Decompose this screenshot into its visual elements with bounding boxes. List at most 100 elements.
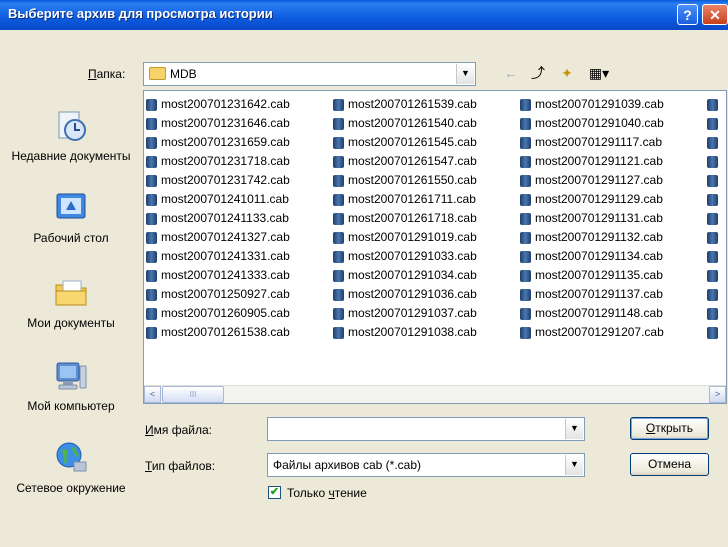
filename-input[interactable]: ▼	[267, 417, 585, 441]
file-item[interactable]: most200701241011.cab	[146, 190, 333, 209]
file-item[interactable]: most200701291038.cab	[333, 323, 520, 342]
file-item[interactable]: most200701261711.cab	[333, 190, 520, 209]
filetype-label-text: ип файлов:	[151, 459, 216, 473]
file-item-clipped[interactable]	[707, 209, 726, 228]
file-name: most200701291036.cab	[348, 287, 477, 301]
file-item-clipped[interactable]	[707, 228, 726, 247]
filetype-select[interactable]: Файлы архивов cab (*.cab) ▼	[267, 453, 585, 477]
place-recent-documents[interactable]: Недавние документы	[7, 108, 135, 163]
file-item-clipped[interactable]	[707, 114, 726, 133]
file-name: most200701250927.cab	[161, 287, 290, 301]
file-item[interactable]: most200701291132.cab	[520, 228, 707, 247]
file-name: most200701231718.cab	[161, 154, 290, 168]
cab-archive-icon	[146, 155, 157, 168]
place-network[interactable]: Сетевое окружение	[7, 440, 135, 495]
file-item-clipped[interactable]	[707, 133, 726, 152]
lookin-label: Папка:	[88, 67, 125, 81]
file-column: most200701231642.cab most200701231646.cab…	[146, 95, 333, 342]
file-item[interactable]: most200701291039.cab	[520, 95, 707, 114]
cancel-button[interactable]: Отмена	[630, 453, 709, 476]
horizontal-scrollbar[interactable]: < III >	[144, 385, 726, 403]
file-item[interactable]: most200701241331.cab	[146, 247, 333, 266]
file-item[interactable]: most200701291019.cab	[333, 228, 520, 247]
file-item[interactable]: most200701261538.cab	[146, 323, 333, 342]
file-name: most200701231642.cab	[161, 97, 290, 111]
file-item[interactable]: most200701250927.cab	[146, 285, 333, 304]
place-my-computer[interactable]: Мой компьютер	[7, 358, 135, 413]
file-item[interactable]: most200701291034.cab	[333, 266, 520, 285]
file-item-clipped[interactable]	[707, 95, 726, 114]
chevron-down-icon[interactable]: ▼	[565, 455, 583, 475]
file-item-clipped[interactable]	[707, 304, 726, 323]
scroll-left-button[interactable]: <	[144, 386, 161, 403]
file-list[interactable]: most200701231642.cab most200701231646.cab…	[143, 90, 727, 404]
file-item-clipped[interactable]	[707, 266, 726, 285]
cab-archive-icon	[520, 174, 531, 187]
file-item[interactable]: most200701261545.cab	[333, 133, 520, 152]
file-item[interactable]: most200701261540.cab	[333, 114, 520, 133]
readonly-checkbox[interactable]: ✔	[268, 486, 281, 499]
file-item[interactable]: most200701241327.cab	[146, 228, 333, 247]
cab-archive-icon	[520, 326, 531, 339]
scroll-thumb[interactable]: III	[162, 386, 224, 403]
file-item[interactable]: most200701291040.cab	[520, 114, 707, 133]
chevron-down-icon[interactable]: ▼	[565, 419, 583, 439]
file-name: most200701291121.cab	[535, 154, 663, 168]
scroll-right-button[interactable]: >	[709, 386, 726, 403]
places-bar: Недавние документы Рабочий стол Мои доку…	[7, 90, 135, 530]
file-item[interactable]: most200701291121.cab	[520, 152, 707, 171]
title-bar[interactable]: Выберите архив для просмотра истории ? ✕	[0, 0, 728, 30]
file-item[interactable]: most200701291129.cab	[520, 190, 707, 209]
readonly-label[interactable]: Только чтение	[287, 486, 367, 500]
file-item-clipped[interactable]	[707, 152, 726, 171]
file-item[interactable]: most200701291127.cab	[520, 171, 707, 190]
file-item[interactable]: most200701291134.cab	[520, 247, 707, 266]
open-button[interactable]: Открыть	[630, 417, 709, 440]
place-desktop[interactable]: Рабочий стол	[7, 190, 135, 245]
lookin-combo[interactable]: MDB ▼	[143, 62, 476, 86]
file-columns: most200701231642.cab most200701231646.cab…	[146, 95, 726, 342]
lookin-value-text: MDB	[170, 67, 197, 81]
file-item-clipped[interactable]	[707, 171, 726, 190]
file-item[interactable]: most200701231642.cab	[146, 95, 333, 114]
file-item[interactable]: most200701260905.cab	[146, 304, 333, 323]
file-name: most200701291148.cab	[535, 306, 663, 320]
file-item[interactable]: most200701291207.cab	[520, 323, 707, 342]
file-item[interactable]: most200701291117.cab	[520, 133, 707, 152]
file-item[interactable]: most200701261718.cab	[333, 209, 520, 228]
file-item-clipped[interactable]	[707, 285, 726, 304]
up-folder-button[interactable]: ⤴	[527, 62, 549, 84]
file-item[interactable]: most200701231742.cab	[146, 171, 333, 190]
cab-archive-icon	[707, 250, 718, 263]
file-item-clipped[interactable]	[707, 190, 726, 209]
file-item-clipped[interactable]	[707, 323, 726, 342]
file-item[interactable]: most200701241133.cab	[146, 209, 333, 228]
cab-archive-icon	[146, 250, 157, 263]
file-item[interactable]: most200701261539.cab	[333, 95, 520, 114]
file-item[interactable]: most200701231718.cab	[146, 152, 333, 171]
file-item[interactable]: most200701291137.cab	[520, 285, 707, 304]
place-my-documents[interactable]: Мои документы	[7, 275, 135, 330]
file-item[interactable]: most200701261547.cab	[333, 152, 520, 171]
file-item[interactable]: most200701261550.cab	[333, 171, 520, 190]
file-item-clipped[interactable]	[707, 247, 726, 266]
file-item[interactable]: most200701241333.cab	[146, 266, 333, 285]
back-button[interactable]: ←	[500, 62, 522, 84]
new-folder-button[interactable]: ✦	[556, 62, 578, 84]
file-item[interactable]: most200701291033.cab	[333, 247, 520, 266]
file-name: most200701261550.cab	[348, 173, 477, 187]
file-item[interactable]: most200701291036.cab	[333, 285, 520, 304]
file-item[interactable]: most200701291131.cab	[520, 209, 707, 228]
file-item[interactable]: most200701231659.cab	[146, 133, 333, 152]
cab-archive-icon	[520, 98, 531, 111]
help-button[interactable]: ?	[677, 4, 698, 25]
cab-archive-icon	[707, 174, 718, 187]
cab-archive-icon	[146, 326, 157, 339]
chevron-down-icon[interactable]: ▼	[456, 64, 474, 84]
file-item[interactable]: most200701291037.cab	[333, 304, 520, 323]
file-item[interactable]: most200701291148.cab	[520, 304, 707, 323]
file-item[interactable]: most200701291135.cab	[520, 266, 707, 285]
file-item[interactable]: most200701231646.cab	[146, 114, 333, 133]
views-menu-button[interactable]: ▦▾	[584, 62, 614, 84]
close-button[interactable]: ✕	[702, 4, 728, 25]
